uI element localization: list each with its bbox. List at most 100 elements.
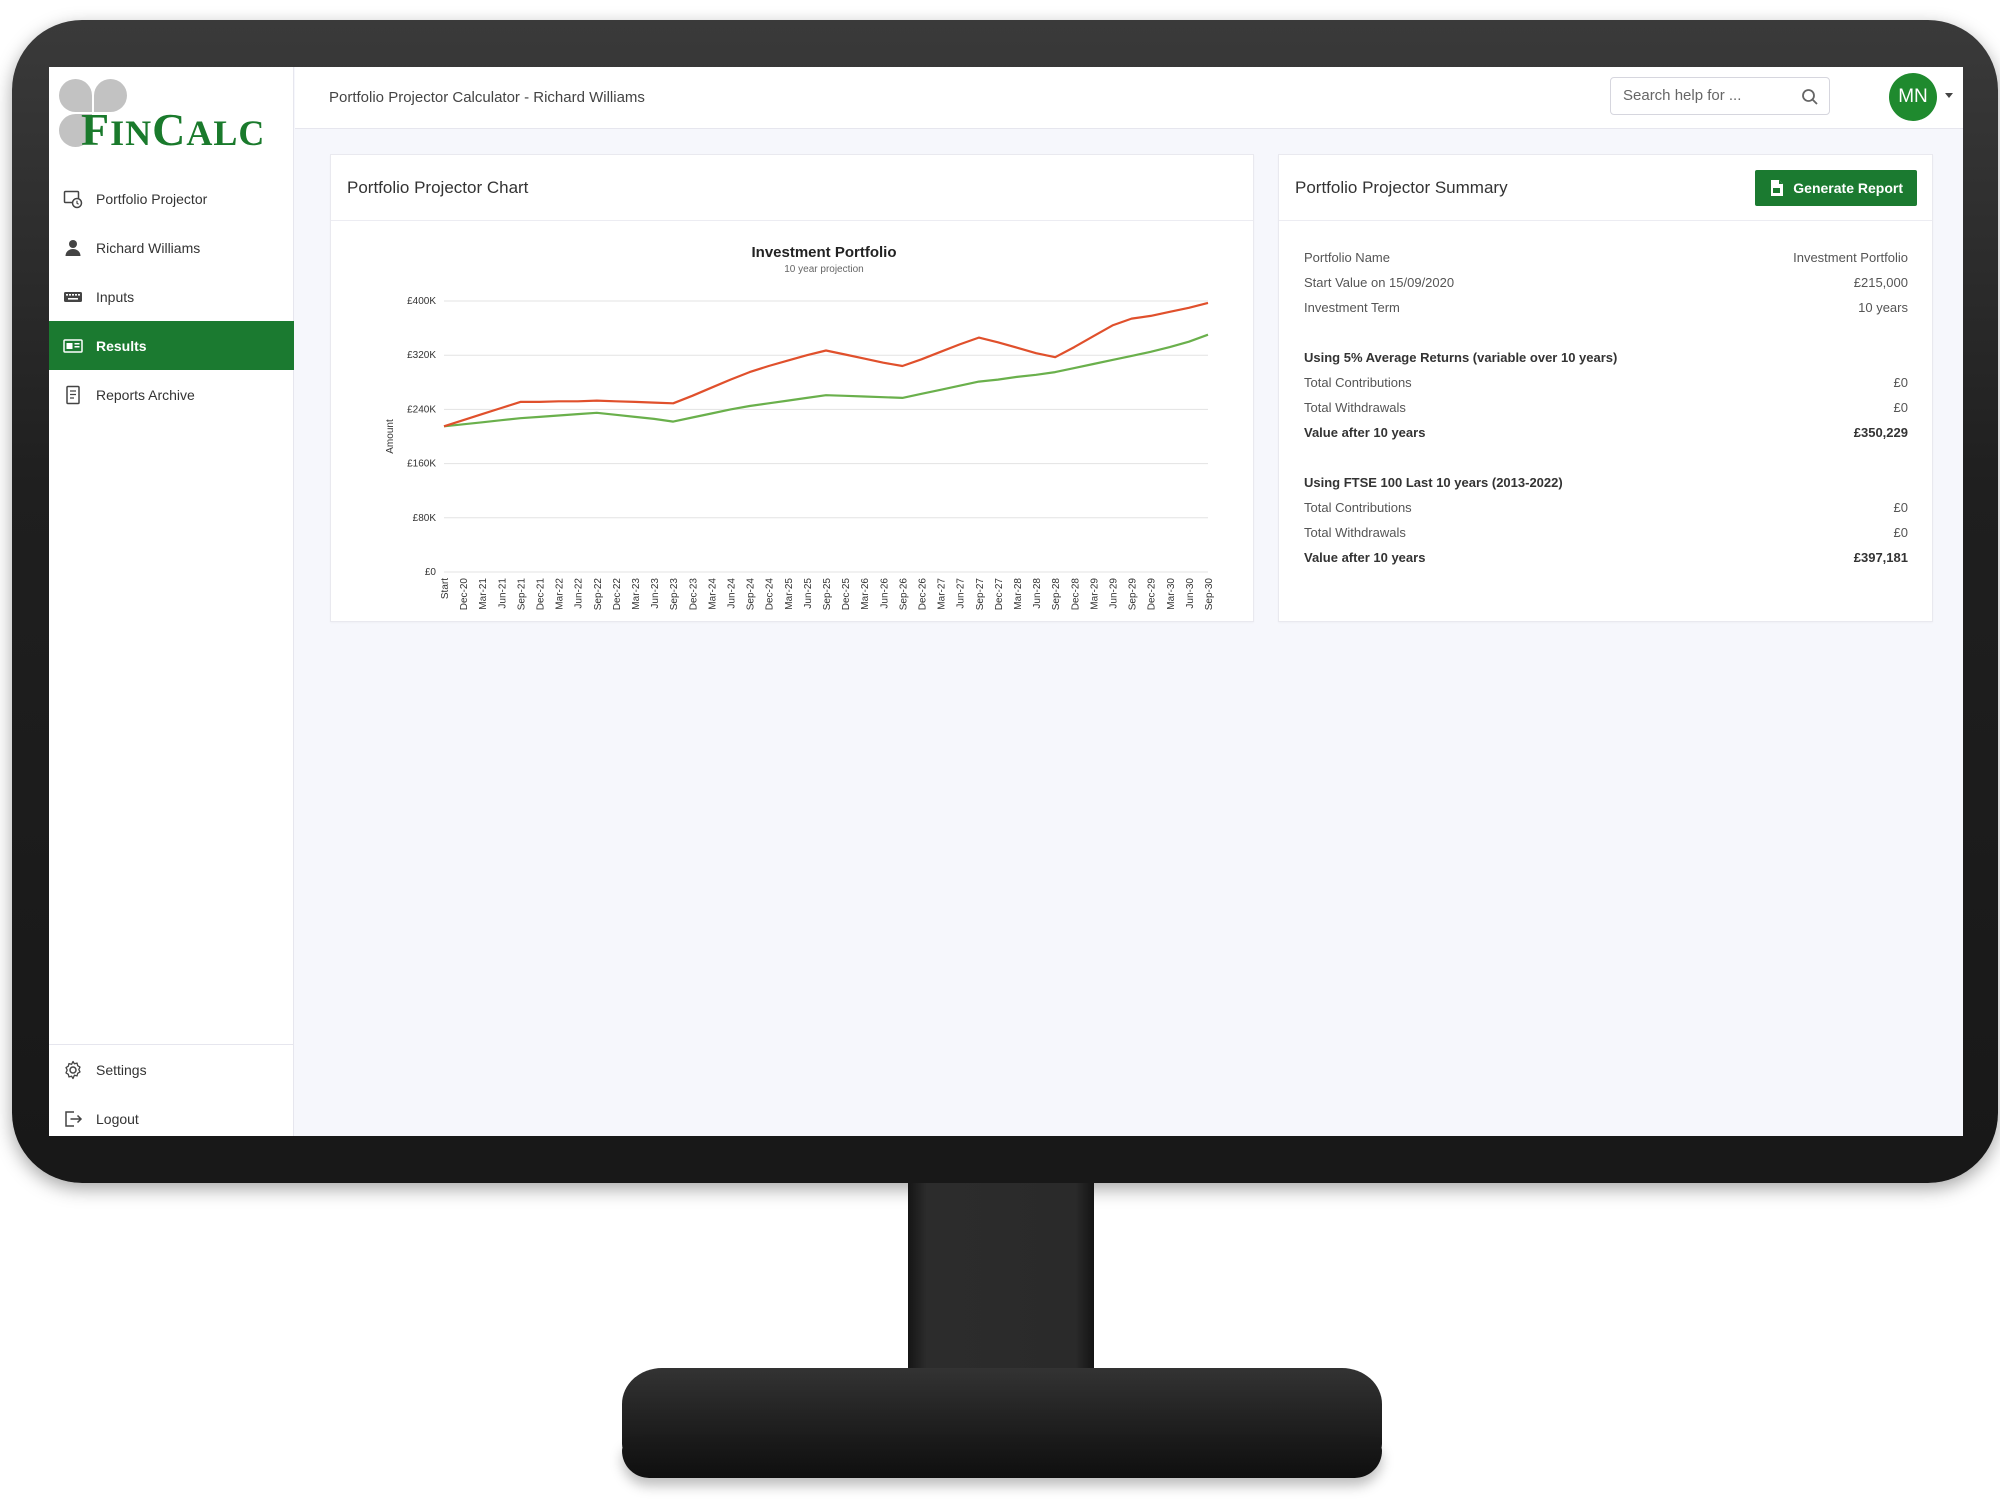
document-icon: [63, 385, 83, 405]
chart-subtitle: 10 year projection: [784, 264, 864, 275]
sidebar-item-label: Inputs: [96, 288, 135, 305]
x-tick-label: Mar-29: [1089, 578, 1100, 610]
x-tick-label: Dec-25: [841, 578, 852, 611]
summary-label: Total Withdrawals: [1304, 400, 1406, 415]
summary-body: Portfolio Name Investment Portfolio Star…: [1279, 221, 1932, 570]
x-tick-label: Sep-25: [822, 578, 833, 611]
y-axis-label: Amount: [385, 419, 396, 454]
summary-card-header: Portfolio Projector Summary Generate Rep…: [1279, 155, 1932, 221]
summary-row-portfolio-name: Portfolio Name Investment Portfolio: [1304, 245, 1908, 270]
x-tick-label: Jun-22: [574, 578, 585, 609]
summary-label: Start Value on 15/09/2020: [1304, 275, 1455, 290]
x-tick-label: Jun-24: [727, 578, 738, 609]
summary-value: £0: [1893, 525, 1908, 540]
x-tick-label: Dec-23: [688, 578, 699, 611]
top-header: Portfolio Projector Calculator - Richard…: [295, 67, 1963, 129]
summary-value: £215,000: [1853, 275, 1908, 290]
sidebar-item-richard-williams[interactable]: Richard Williams: [49, 223, 294, 272]
sidebar-nav: Portfolio Projector Richard Williams Inp…: [49, 174, 294, 419]
projector-icon: [63, 189, 83, 209]
search-input[interactable]: [1623, 87, 1793, 104]
page-title: Portfolio Projector Calculator - Richard…: [329, 89, 645, 106]
summary-row-start-value: Start Value on 15/09/2020 £215,000: [1304, 270, 1908, 295]
sidebar-item-reports-archive[interactable]: Reports Archive: [49, 370, 294, 419]
avatar-dropdown-caret-icon[interactable]: [1945, 93, 1953, 98]
results-icon: [63, 336, 83, 356]
x-tick-label: Mar-23: [631, 578, 642, 610]
sidebar-bottom-nav: Settings Logout: [49, 1044, 294, 1136]
x-tick-label: Dec-26: [918, 578, 929, 611]
sidebar-item-label: Portfolio Projector: [96, 190, 208, 207]
search-icon[interactable]: [1801, 88, 1819, 106]
series-line-5pct-average: [443, 333, 1209, 428]
summary-label: Total Contributions: [1304, 375, 1412, 390]
sidebar-item-inputs[interactable]: Inputs: [49, 272, 294, 321]
x-tick-label: Start: [440, 578, 451, 599]
summary-value: 10 years: [1858, 300, 1908, 315]
x-tick-label: Dec-24: [765, 578, 776, 611]
y-tick-label: £320K: [407, 350, 436, 361]
sidebar-item-results[interactable]: Results: [49, 321, 294, 370]
x-tick-label: Jun-29: [1109, 578, 1120, 609]
x-tick-label: Sep-28: [1051, 578, 1062, 611]
summary-label: Investment Term: [1304, 300, 1400, 315]
chart-card: Portfolio Projector Chart Investment Por…: [330, 154, 1254, 622]
summary-row-contributions: Total Contributions £0: [1304, 370, 1908, 395]
sidebar-item-portfolio-projector[interactable]: Portfolio Projector: [49, 174, 294, 223]
x-tick-label: Sep-22: [593, 578, 604, 611]
x-tick-label: Mar-26: [860, 578, 871, 610]
sidebar-item-settings[interactable]: Settings: [49, 1045, 294, 1094]
x-tick-label: Jun-23: [650, 578, 661, 609]
x-tick-label: Sep-27: [975, 578, 986, 611]
x-tick-label: Jun-28: [1032, 578, 1043, 609]
summary-value: £0: [1893, 375, 1908, 390]
x-tick-label: Dec-21: [536, 578, 547, 611]
summary-row-final-value: Value after 10 years £350,229: [1304, 420, 1908, 445]
monitor-stand-base-edge: [622, 1440, 1382, 1478]
x-tick-label: Mar-25: [784, 578, 795, 610]
summary-value: £397,181: [1853, 550, 1908, 565]
x-tick-label: Jun-21: [497, 578, 508, 609]
keyboard-icon: [63, 287, 83, 307]
x-tick-label: Dec-28: [1070, 578, 1081, 611]
screen: FINCALC Portfolio Projector Richard Will…: [49, 67, 1963, 1136]
search-box[interactable]: [1610, 77, 1830, 115]
sidebar-item-label: Results: [96, 337, 147, 354]
generate-report-button[interactable]: Generate Report: [1755, 170, 1917, 206]
user-icon: [63, 238, 83, 258]
summary-label: Value after 10 years: [1304, 550, 1426, 565]
chart-card-title: Portfolio Projector Chart: [347, 178, 529, 197]
x-tick-label: Dec-27: [994, 578, 1005, 611]
x-tick-label: Dec-20: [459, 578, 470, 611]
user-avatar[interactable]: MN: [1889, 73, 1937, 121]
summary-row-contributions: Total Contributions £0: [1304, 495, 1908, 520]
x-tick-label: Sep-23: [669, 578, 680, 611]
y-tick-label: £240K: [407, 404, 436, 415]
x-tick-label: Mar-21: [478, 578, 489, 610]
chart-title: Investment Portfolio: [751, 244, 896, 261]
summary-label: Value after 10 years: [1304, 425, 1426, 440]
logo-wordmark: FINCALC: [81, 104, 266, 155]
summary-section-heading-ftse: Using FTSE 100 Last 10 years (2013-2022): [1304, 475, 1563, 490]
summary-card-title: Portfolio Projector Summary: [1295, 178, 1508, 197]
summary-section-heading-5pct: Using 5% Average Returns (variable over …: [1304, 350, 1618, 365]
chart-card-header: Portfolio Projector Chart: [331, 155, 1253, 221]
x-tick-label: Jun-30: [1185, 578, 1196, 609]
y-tick-label: £400K: [407, 296, 436, 307]
summary-label: Portfolio Name: [1304, 250, 1390, 265]
sidebar-item-label: Settings: [96, 1061, 147, 1078]
y-tick-label: £160K: [407, 459, 436, 470]
x-tick-label: Mar-24: [707, 578, 718, 610]
summary-row-withdrawals: Total Withdrawals £0: [1304, 520, 1908, 545]
x-tick-label: Dec-22: [612, 578, 623, 611]
summary-value: Investment Portfolio: [1793, 250, 1908, 265]
summary-row-withdrawals: Total Withdrawals £0: [1304, 395, 1908, 420]
x-tick-label: Sep-26: [898, 578, 909, 611]
x-tick-label: Sep-24: [746, 578, 757, 611]
sidebar-item-label: Logout: [96, 1110, 139, 1127]
x-tick-label: Jun-26: [879, 578, 890, 609]
fincalc-logo[interactable]: FINCALC: [59, 79, 289, 159]
y-tick-label: £0: [425, 567, 437, 578]
x-tick-label: Sep-29: [1128, 578, 1139, 611]
sidebar-item-logout[interactable]: Logout: [49, 1094, 294, 1136]
